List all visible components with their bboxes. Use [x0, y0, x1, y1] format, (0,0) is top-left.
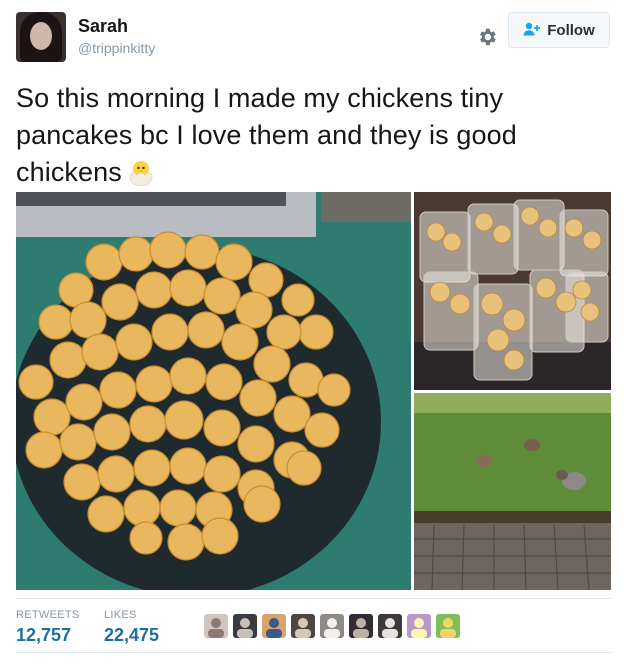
add-user-icon: [523, 22, 541, 39]
tweet-header: Sarah @trippinkitty Follow: [16, 12, 610, 64]
hatching-chick-icon: [126, 157, 156, 187]
chickens-in-yard-photo[interactable]: [414, 393, 611, 590]
divider: [16, 652, 612, 653]
follow-label: Follow: [547, 21, 595, 39]
avatar[interactable]: [16, 12, 66, 62]
retweets-label: RETWEETS: [16, 609, 80, 621]
gear-icon[interactable]: [474, 24, 500, 50]
tweet-line: pancakes bc I love them and they is good: [16, 120, 517, 150]
tweet-line: So this morning I made my chickens tiny: [16, 83, 504, 113]
cups-of-tiny-pancakes-photo[interactable]: [414, 192, 611, 390]
display-name[interactable]: Sarah: [78, 16, 128, 37]
user-handle[interactable]: @trippinkitty: [78, 40, 155, 56]
liker-avatar[interactable]: [262, 614, 286, 638]
follow-button[interactable]: Follow: [508, 12, 610, 48]
media-grid: [16, 192, 612, 590]
plate-of-tiny-pancakes-photo[interactable]: [16, 192, 411, 590]
tweet-text: So this morning I made my chickens tiny …: [16, 80, 576, 191]
tweet-stats: RETWEETS 12,757 LIKES 22,475: [16, 603, 610, 653]
likes-label: LIKES: [104, 609, 137, 621]
liker-avatar[interactable]: [378, 614, 402, 638]
liker-avatar[interactable]: [204, 614, 228, 638]
liker-avatar[interactable]: [349, 614, 373, 638]
retweets-count[interactable]: 12,757: [16, 625, 71, 646]
liker-avatar[interactable]: [320, 614, 344, 638]
tweet-line: chickens: [16, 157, 122, 187]
liker-avatar[interactable]: [291, 614, 315, 638]
liker-avatar[interactable]: [233, 614, 257, 638]
divider: [16, 598, 612, 599]
likes-count[interactable]: 22,475: [104, 625, 159, 646]
liker-avatar[interactable]: [407, 614, 431, 638]
liker-avatar[interactable]: [436, 614, 460, 638]
